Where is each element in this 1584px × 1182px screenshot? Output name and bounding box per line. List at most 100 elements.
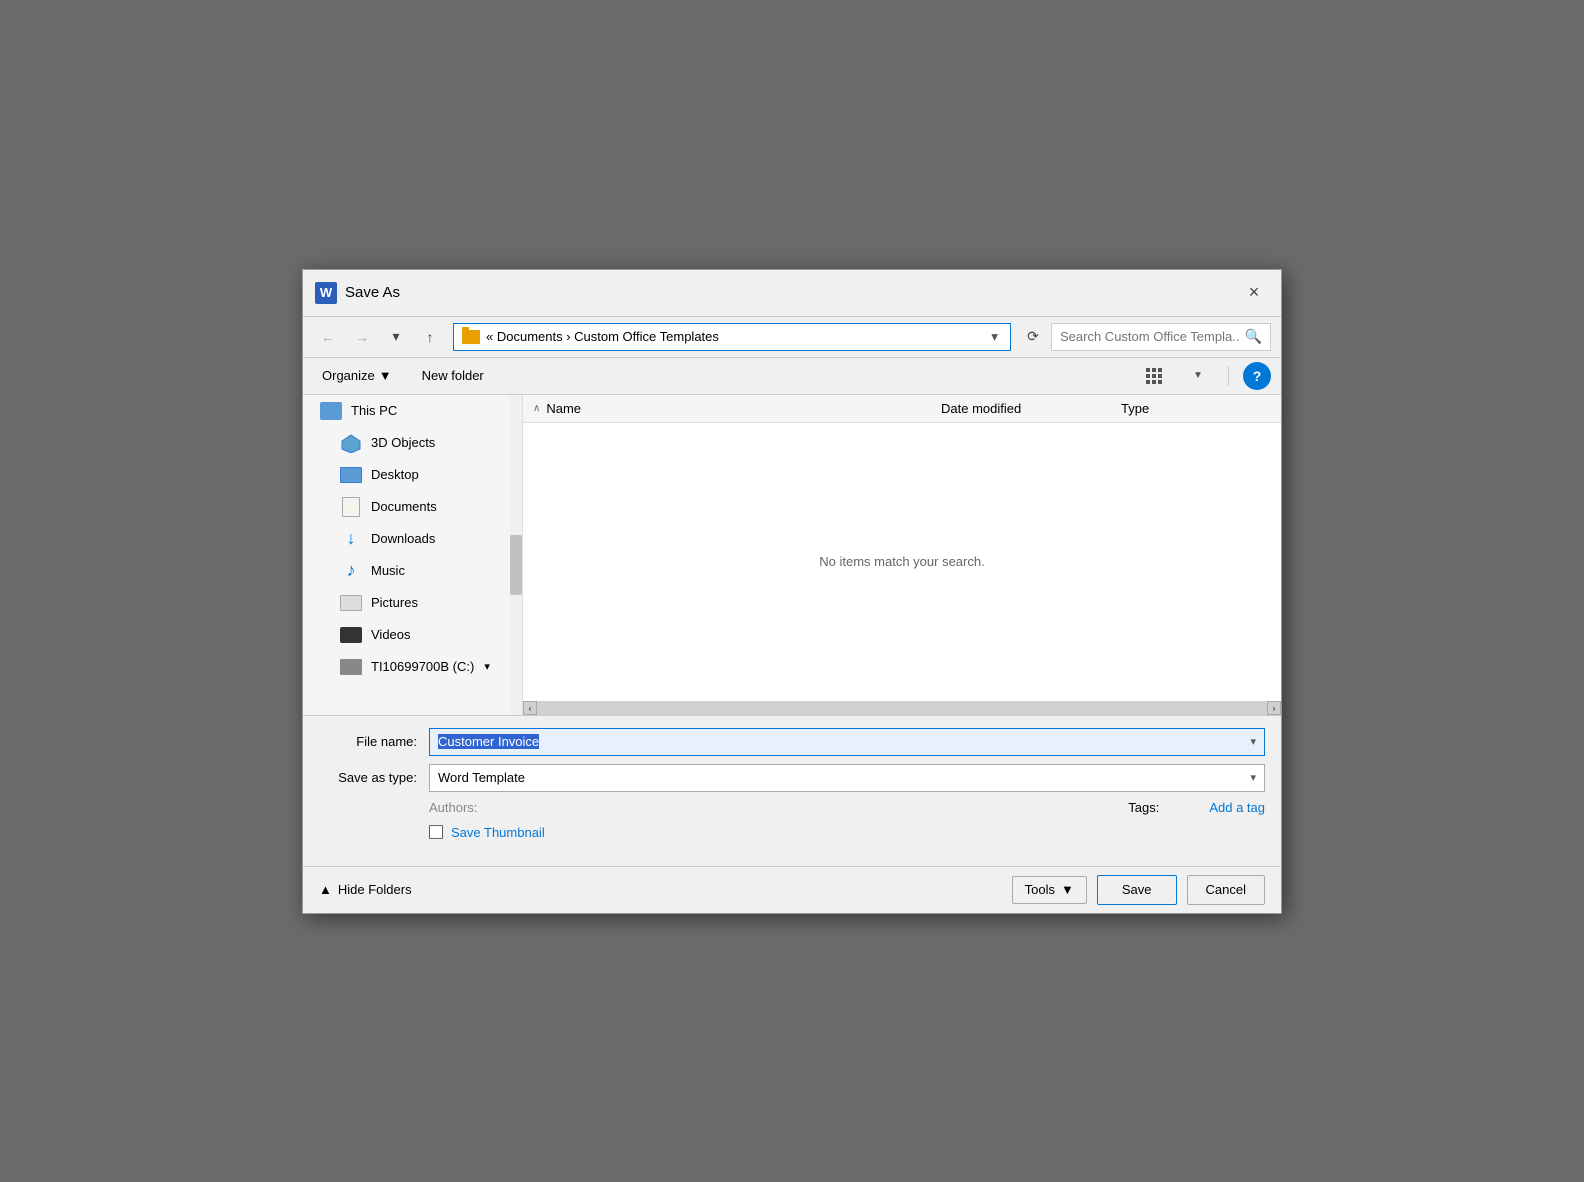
sidebar-item-documents-label: Documents [371, 499, 437, 514]
3d-objects-icon [339, 433, 363, 453]
sidebar-item-this-pc-label: This PC [351, 403, 397, 418]
new-folder-label: New folder [422, 368, 484, 383]
folder-icon [462, 330, 480, 344]
sidebar-item-music-label: Music [371, 563, 405, 578]
music-icon: ♪ [339, 561, 363, 581]
col-name-header[interactable]: Name [546, 397, 941, 420]
file-name-dropdown-icon: ▾ [1250, 735, 1256, 748]
organize-label: Organize [322, 368, 375, 383]
save-as-type-select[interactable]: Word Template ▾ [429, 764, 1265, 792]
scroll-h-track[interactable] [537, 701, 1267, 715]
main-content: This PC 3D Objects Desktop [303, 395, 1281, 715]
drive-icon [339, 657, 363, 677]
sidebar-item-downloads-label: Downloads [371, 531, 435, 546]
add-tag-link[interactable]: Add a tag [1209, 800, 1265, 815]
refresh-button[interactable]: ⟳ [1019, 323, 1047, 351]
sidebar-item-pictures[interactable]: Pictures [303, 587, 522, 619]
thumbnail-row: Save Thumbnail [319, 825, 1265, 840]
sidebar-item-videos[interactable]: Videos [303, 619, 522, 651]
file-header: ∧ Name Date modified Type [523, 395, 1281, 423]
desktop-icon [339, 465, 363, 485]
form-area: File name: ▾ Save as type: Word Template… [303, 715, 1281, 866]
file-area: ∧ Name Date modified Type No items match… [523, 395, 1281, 715]
toolbar: Organize ▼ New folder ▼ ? [303, 358, 1281, 395]
hide-folders-label: Hide Folders [338, 882, 412, 897]
authors-label: Authors: [429, 800, 477, 815]
search-bar[interactable]: 🔍 [1051, 323, 1271, 351]
thumbnail-checkbox-label[interactable]: Save Thumbnail [451, 825, 545, 840]
file-name-row: File name: ▾ [319, 728, 1265, 756]
address-path: « Documents › Custom Office Templates [486, 329, 981, 344]
downloads-icon: ↓ [339, 529, 363, 549]
new-folder-button[interactable]: New folder [413, 362, 493, 390]
sidebar-item-desktop-label: Desktop [371, 467, 419, 482]
sidebar-scrollbar[interactable] [510, 395, 522, 715]
sidebar-item-pictures-label: Pictures [371, 595, 418, 610]
view-chevron-icon: ▼ [1193, 370, 1203, 381]
tools-label: Tools [1025, 882, 1055, 897]
search-input[interactable] [1060, 329, 1239, 344]
nav-bar: ← → ▾ ↑ « Documents › Custom Office Temp… [303, 317, 1281, 358]
hide-folders-icon: ▲ [319, 882, 332, 897]
search-icon: 🔍 [1245, 328, 1262, 345]
organize-chevron-icon: ▼ [379, 368, 392, 383]
file-list-empty: No items match your search. [523, 423, 1281, 701]
title-bar: W Save As × [303, 270, 1281, 317]
sidebar-item-documents[interactable]: Documents [303, 491, 522, 523]
tags-label: Tags: [1128, 800, 1159, 815]
view-dropdown-button[interactable]: ▼ [1182, 362, 1214, 390]
save-button[interactable]: Save [1097, 875, 1177, 905]
address-bar[interactable]: « Documents › Custom Office Templates ▾ [453, 323, 1011, 351]
thumbnail-checkbox-wrapper: Save Thumbnail [429, 825, 545, 840]
history-dropdown-button[interactable]: ▾ [381, 323, 411, 351]
title-bar-left: W Save As [315, 282, 400, 304]
sidebar-item-desktop[interactable]: Desktop [303, 459, 522, 491]
sort-arrow-icon: ∧ [533, 403, 540, 414]
cancel-button[interactable]: Cancel [1187, 875, 1265, 905]
sidebar-item-drive-chevron: ▾ [484, 660, 490, 673]
scroll-right-button[interactable]: › [1267, 701, 1281, 715]
help-button[interactable]: ? [1243, 362, 1271, 390]
sidebar-item-this-pc[interactable]: This PC [303, 395, 522, 427]
dialog-title: Save As [345, 284, 400, 301]
sidebar-item-drive[interactable]: TI10699700B (C:) ▾ [303, 651, 522, 683]
file-name-input[interactable] [438, 734, 1250, 749]
col-date-header[interactable]: Date modified [941, 397, 1121, 420]
save-as-type-dropdown-icon: ▾ [1250, 771, 1256, 784]
empty-message: No items match your search. [819, 554, 984, 569]
up-button[interactable]: ↑ [415, 323, 445, 351]
forward-button[interactable]: → [347, 323, 377, 351]
documents-icon [339, 497, 363, 517]
sidebar-item-3d-objects-label: 3D Objects [371, 435, 435, 450]
file-name-input-wrapper[interactable]: ▾ [429, 728, 1265, 756]
pictures-icon [339, 593, 363, 613]
toolbar-separator [1228, 366, 1229, 386]
file-scroll-horizontal[interactable]: ‹ › [523, 701, 1281, 715]
footer-right: Tools ▼ Save Cancel [1012, 875, 1265, 905]
videos-icon [339, 625, 363, 645]
this-pc-icon [319, 401, 343, 421]
save-as-type-row: Save as type: Word Template ▾ [319, 764, 1265, 792]
col-type-header[interactable]: Type [1121, 397, 1271, 420]
close-button[interactable]: × [1239, 278, 1269, 308]
sidebar-item-3d-objects[interactable]: 3D Objects [303, 427, 522, 459]
back-button[interactable]: ← [313, 323, 343, 351]
address-dropdown-button[interactable]: ▾ [987, 329, 1002, 345]
scroll-left-button[interactable]: ‹ [523, 701, 537, 715]
sidebar-item-drive-label: TI10699700B (C:) [371, 659, 474, 674]
organize-button[interactable]: Organize ▼ [313, 362, 401, 390]
view-grid-icon [1145, 367, 1163, 385]
word-icon: W [315, 282, 337, 304]
thumbnail-checkbox[interactable] [429, 825, 443, 839]
file-name-label: File name: [319, 734, 429, 749]
sidebar: This PC 3D Objects Desktop [303, 395, 523, 715]
sidebar-item-downloads[interactable]: ↓ Downloads [303, 523, 522, 555]
tools-button[interactable]: Tools ▼ [1012, 876, 1087, 904]
hide-folders-button[interactable]: ▲ Hide Folders [319, 882, 412, 897]
save-as-dialog: W Save As × ← → ▾ ↑ « Documents › Custom… [302, 269, 1282, 914]
sidebar-item-videos-label: Videos [371, 627, 411, 642]
sidebar-item-music[interactable]: ♪ Music [303, 555, 522, 587]
sidebar-scrollbar-thumb [510, 535, 522, 595]
footer: ▲ Hide Folders Tools ▼ Save Cancel [303, 866, 1281, 913]
view-options-button[interactable] [1138, 362, 1170, 390]
